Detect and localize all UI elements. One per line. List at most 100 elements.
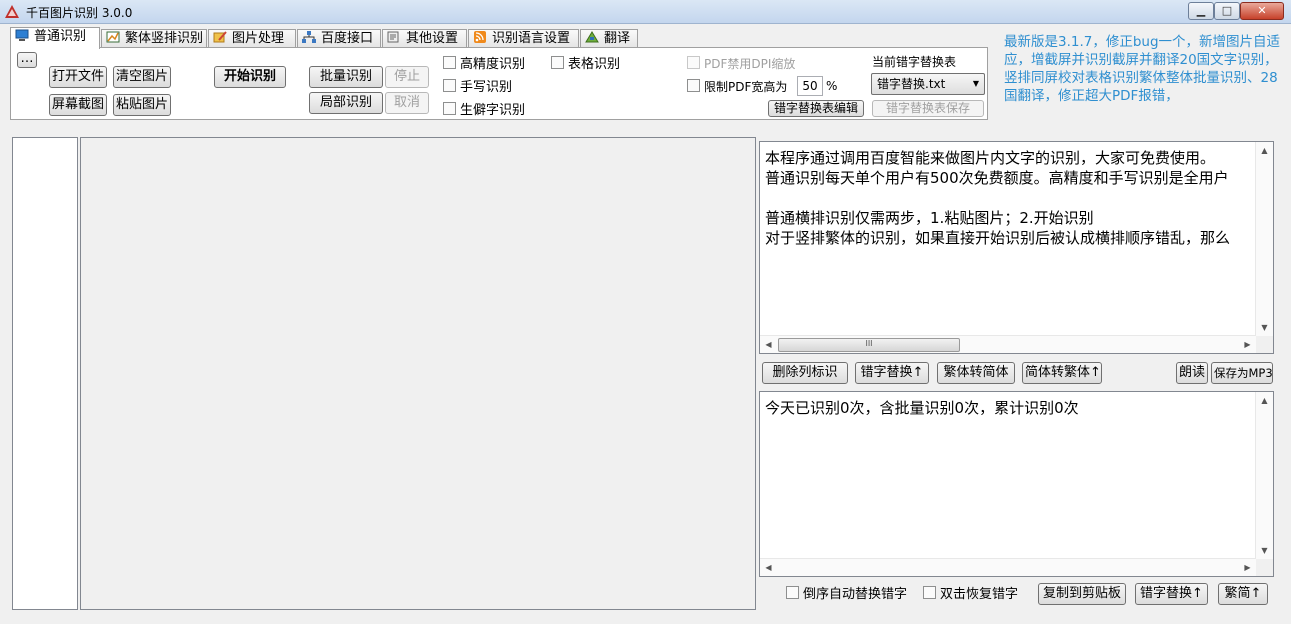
translate-icon [585, 31, 599, 43]
settings-doc-icon [387, 31, 401, 43]
scroll-up-icon[interactable]: ▲ [1256, 392, 1273, 409]
scroll-right-icon[interactable]: ▶ [1239, 336, 1256, 353]
pdf-dpi-checkbox[interactable]: PDF禁用DPI缩放 [687, 56, 795, 72]
update-notice: 最新版是3.1.7，修正bug一个，新增图片自适应，增截屏并识别截屏并翻译20国… [1004, 34, 1281, 104]
checkbox-box [687, 79, 700, 92]
vertical-scrollbar[interactable]: ▲ ▼ [1255, 392, 1273, 559]
stop-button[interactable]: 停止 [385, 66, 429, 88]
monitor-icon [15, 29, 29, 41]
replace-table-select[interactable]: 错字替换.txt ▼ [871, 73, 985, 95]
save-mp3-button[interactable]: 保存为MP3 [1211, 362, 1273, 384]
checkbox-label: 表格识别 [568, 57, 621, 72]
screenshot-button[interactable]: 屏幕截图 [49, 94, 107, 116]
checkbox-label: 限制PDF宽高为 [704, 80, 788, 94]
minimize-button[interactable]: ▁ [1188, 2, 1214, 20]
rare-chars-checkbox[interactable]: 生僻字识别 [443, 102, 525, 118]
more-button[interactable]: … [17, 52, 37, 68]
network-icon [302, 31, 316, 43]
tab-panel: … 打开文件 清空图片 屏幕截图 粘贴图片 开始识别 批量识别 停止 局部识别 … [10, 47, 988, 120]
rss-icon [473, 31, 487, 43]
checkbox-box [443, 102, 456, 115]
horizontal-scrollbar[interactable]: ◀ ▶ [760, 558, 1256, 576]
batch-ocr-button[interactable]: 批量识别 [309, 66, 383, 88]
image-canvas[interactable] [80, 137, 756, 610]
maximize-button[interactable]: □ [1214, 2, 1240, 20]
reverse-auto-replace-checkbox[interactable]: 倒序自动替换错字 [786, 586, 907, 602]
open-file-button[interactable]: 打开文件 [49, 66, 107, 88]
percent-label: % [826, 79, 838, 93]
tab-label: 识别语言设置 [492, 31, 571, 46]
dblclick-restore-checkbox[interactable]: 双击恢复错字 [923, 586, 1018, 602]
scroll-right-icon[interactable]: ▶ [1239, 559, 1256, 576]
handwriting-checkbox[interactable]: 手写识别 [443, 79, 512, 95]
tab-label: 翻译 [604, 31, 631, 46]
tab-label: 普通识别 [34, 29, 87, 44]
tab-strip: 普通识别 繁体竖排识别 图片处理 百度接口 其他设置 识别语言设置 翻译 [10, 27, 650, 49]
tab-baidu-api[interactable]: 百度接口 [297, 29, 381, 48]
replace-table-title: 当前错字替换表 [872, 55, 957, 69]
scroll-down-icon[interactable]: ▼ [1256, 319, 1273, 336]
checkbox-label: 倒序自动替换错字 [803, 587, 908, 602]
select-value: 错字替换.txt [877, 77, 946, 91]
scroll-corner [1256, 559, 1273, 576]
window-title: 千百图片识别 3.0.0 [26, 6, 133, 20]
tab-label: 百度接口 [321, 31, 374, 46]
tab-label: 图片处理 [232, 31, 285, 46]
pdf-limit-checkbox[interactable]: 限制PDF宽高为 [687, 79, 787, 95]
checkbox-label: 双击恢复错字 [940, 587, 1019, 602]
read-aloud-button[interactable]: 朗读 [1176, 362, 1208, 384]
horizontal-scrollbar[interactable]: ◀ III ▶ [760, 335, 1256, 353]
tab-label: 繁体竖排识别 [125, 31, 204, 46]
close-button[interactable]: ✕ [1240, 2, 1284, 20]
cancel-button[interactable]: 取消 [385, 92, 429, 114]
scroll-corner [1256, 336, 1273, 353]
high-precision-checkbox[interactable]: 高精度识别 [443, 56, 525, 72]
splitter[interactable] [10, 122, 1278, 134]
checkbox-box [923, 586, 936, 599]
stats-text: 今天已识别0次，含批量识别0次，累计识别0次 [765, 399, 1079, 417]
thumbnail-list[interactable] [12, 137, 78, 610]
replace-errors-bottom-button[interactable]: 错字替换↑ [1135, 583, 1208, 605]
title-bar [0, 0, 1291, 24]
partial-ocr-button[interactable]: 局部识别 [309, 92, 383, 114]
tab-language-settings[interactable]: 识别语言设置 [468, 29, 579, 48]
checkbox-box [786, 586, 799, 599]
checkbox-label: PDF禁用DPI缩放 [704, 57, 796, 71]
scroll-down-icon[interactable]: ▼ [1256, 542, 1273, 559]
replace-errors-button[interactable]: 错字替换↑ [855, 362, 929, 384]
scroll-left-icon[interactable]: ◀ [760, 336, 777, 353]
delete-column-markers-button[interactable]: 删除列标识 [762, 362, 848, 384]
trad-to-simp-button[interactable]: 繁体转简体 [937, 362, 1015, 384]
table-ocr-checkbox[interactable]: 表格识别 [551, 56, 620, 72]
vertical-scrollbar[interactable]: ▲ ▼ [1255, 142, 1273, 336]
clear-image-button[interactable]: 清空图片 [113, 66, 171, 88]
tab-other-settings[interactable]: 其他设置 [382, 29, 467, 48]
save-replace-table-button[interactable]: 错字替换表保存 [872, 100, 984, 117]
trad-simp-button[interactable]: 繁简↑ [1218, 583, 1268, 605]
tab-vertical-traditional[interactable]: 繁体竖排识别 [101, 29, 207, 48]
scroll-thumb[interactable]: III [778, 338, 960, 352]
stats-textbox[interactable]: 今天已识别0次，含批量识别0次，累计识别0次 ▲ ▼ ◀ ▶ [759, 391, 1274, 577]
start-ocr-button[interactable]: 开始识别 [214, 66, 286, 88]
app-logo-icon [4, 4, 20, 20]
checkbox-box [551, 56, 564, 69]
tab-normal-ocr[interactable]: 普通识别 [10, 27, 100, 49]
tab-translate[interactable]: 翻译 [580, 29, 638, 48]
copy-clipboard-button[interactable]: 复制到剪贴板 [1038, 583, 1126, 605]
checkbox-label: 生僻字识别 [460, 103, 526, 118]
tab-image-processing[interactable]: 图片处理 [208, 29, 296, 48]
result-text: 本程序通过调用百度智能来做图片内文字的识别，大家可免费使用。 普通识别每天单个用… [765, 149, 1231, 247]
result-textbox[interactable]: 本程序通过调用百度智能来做图片内文字的识别，大家可免费使用。 普通识别每天单个用… [759, 141, 1274, 354]
chevron-down-icon: ▼ [972, 79, 979, 88]
checkbox-label: 手写识别 [460, 80, 513, 95]
paste-image-button[interactable]: 粘贴图片 [113, 94, 171, 116]
checkbox-label: 高精度识别 [460, 57, 526, 72]
pdf-limit-input[interactable]: 50 [797, 76, 823, 96]
checkbox-box [687, 56, 700, 69]
checkbox-box [443, 79, 456, 92]
chart-icon [106, 31, 120, 43]
scroll-up-icon[interactable]: ▲ [1256, 142, 1273, 159]
scroll-left-icon[interactable]: ◀ [760, 559, 777, 576]
edit-replace-table-button[interactable]: 错字替换表编辑 [768, 100, 864, 117]
simp-to-trad-button[interactable]: 简体转繁体↑ [1022, 362, 1102, 384]
